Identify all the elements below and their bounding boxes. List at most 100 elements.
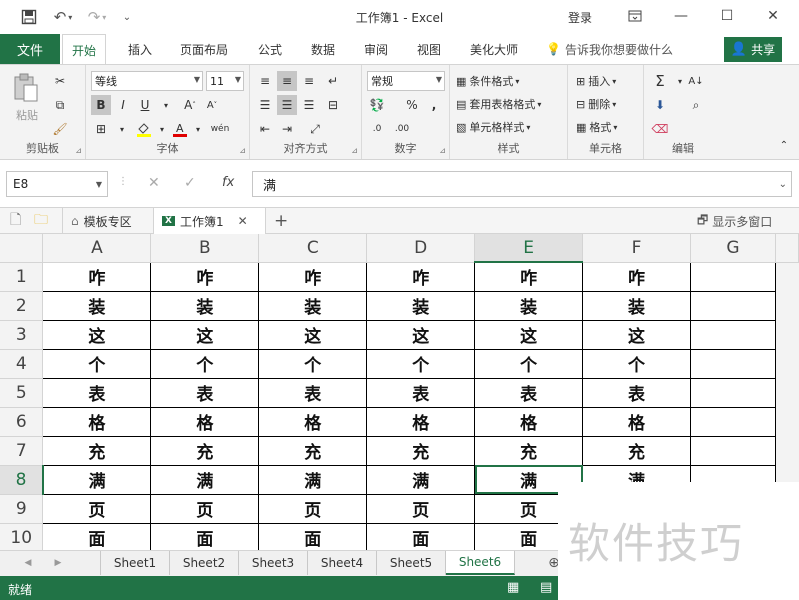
- row-header-1[interactable]: 1: [0, 262, 44, 292]
- cell-c10[interactable]: 面: [258, 522, 368, 550]
- show-multi-window-button[interactable]: 🗗 显示多窗口: [697, 208, 772, 234]
- bold-button[interactable]: B: [91, 95, 111, 115]
- folder-icon[interactable]: 🗀: [34, 208, 48, 234]
- currency-icon[interactable]: 💱: [367, 95, 387, 115]
- orientation-icon[interactable]: ⤢: [305, 119, 325, 139]
- cell-c3[interactable]: 这: [258, 319, 368, 350]
- collapse-ribbon-icon[interactable]: ⌃: [774, 135, 794, 155]
- minimize-icon[interactable]: —: [666, 5, 696, 27]
- cell-c6[interactable]: 格: [258, 406, 368, 437]
- vertical-scrollbar-track[interactable]: [774, 407, 799, 436]
- tab-data[interactable]: 数据: [311, 34, 335, 64]
- cell-d8[interactable]: 满: [366, 464, 476, 495]
- cell-g6[interactable]: [690, 407, 776, 437]
- cell-b10[interactable]: 面: [150, 522, 260, 550]
- cell-b6[interactable]: 格: [150, 406, 260, 437]
- cell-b4[interactable]: 个: [150, 348, 260, 379]
- cell-f1[interactable]: 咋: [582, 261, 691, 292]
- cell-g4[interactable]: [690, 349, 776, 379]
- paste-icon[interactable]: [10, 71, 42, 105]
- new-tab-icon[interactable]: +: [274, 208, 288, 234]
- copy-icon[interactable]: ⧉: [50, 95, 70, 115]
- cell-b1[interactable]: 咋: [150, 261, 260, 292]
- comma-icon[interactable]: ,: [424, 95, 444, 115]
- tab-page-layout[interactable]: 页面布局: [180, 34, 228, 64]
- font-color-dropdown-icon[interactable]: ▾: [188, 119, 208, 139]
- cell-g1[interactable]: [690, 262, 776, 292]
- new-doc-icon[interactable]: 🗋: [10, 208, 21, 234]
- decrease-font-icon[interactable]: A ˅: [202, 95, 222, 115]
- tab-file[interactable]: 文件: [0, 34, 60, 64]
- tab-formulas[interactable]: 公式: [258, 34, 282, 64]
- maximize-icon[interactable]: ☐: [712, 5, 742, 27]
- cell-d9[interactable]: 页: [366, 493, 476, 524]
- row-header-9[interactable]: 9: [0, 494, 44, 524]
- clear-icon[interactable]: ⌫: [650, 119, 670, 139]
- underline-button[interactable]: U: [135, 95, 155, 115]
- format-painter-icon[interactable]: 🖌: [50, 119, 70, 139]
- vertical-scrollbar-track[interactable]: [774, 378, 799, 407]
- column-header-d[interactable]: D: [366, 234, 476, 263]
- cell-d4[interactable]: 个: [366, 348, 476, 379]
- align-left-icon[interactable]: ☰: [255, 95, 275, 115]
- italic-button[interactable]: I: [113, 95, 133, 115]
- cell-e5[interactable]: 表: [474, 377, 584, 408]
- insert-cells-button[interactable]: ⊞ 插入 ▾: [576, 73, 616, 89]
- cell-d2[interactable]: 装: [366, 290, 476, 321]
- sheet-tab-6[interactable]: Sheet6: [446, 551, 515, 575]
- cell-c7[interactable]: 充: [258, 435, 368, 466]
- row-header-3[interactable]: 3: [0, 320, 44, 350]
- cell-c1[interactable]: 咋: [258, 261, 368, 292]
- border-icon[interactable]: ⊞: [91, 119, 111, 139]
- row-header-10[interactable]: 10: [0, 523, 44, 550]
- cell-a7[interactable]: 充: [42, 435, 152, 466]
- font-name-combo[interactable]: 等线 ▼: [91, 71, 203, 91]
- cell-b9[interactable]: 页: [150, 493, 260, 524]
- number-format-combo[interactable]: 常规 ▼: [367, 71, 445, 91]
- formula-input[interactable]: 满 ⌄: [252, 171, 792, 197]
- cell-g5[interactable]: [690, 378, 776, 408]
- cell-f7[interactable]: 充: [582, 435, 691, 466]
- cell-b5[interactable]: 表: [150, 377, 260, 408]
- cell-f2[interactable]: 装: [582, 290, 691, 321]
- ribbon-display-icon[interactable]: [620, 5, 650, 27]
- increase-font-icon[interactable]: A ˄: [180, 95, 200, 115]
- cell-a8[interactable]: 满: [42, 464, 152, 495]
- font-size-combo[interactable]: 11 ▼: [206, 71, 244, 91]
- cell-d10[interactable]: 面: [366, 522, 476, 550]
- cell-e7[interactable]: 充: [474, 435, 584, 466]
- cell-f6[interactable]: 格: [582, 406, 691, 437]
- delete-cells-button[interactable]: ⊟ 删除 ▾: [576, 96, 616, 112]
- sheet-tab-4[interactable]: Sheet4: [308, 551, 377, 575]
- increase-indent-icon[interactable]: ⇥: [277, 119, 297, 139]
- tab-view[interactable]: 视图: [417, 34, 441, 64]
- sort-filter-icon[interactable]: A↓: [686, 71, 706, 91]
- align-middle-icon[interactable]: ≡: [277, 71, 297, 91]
- align-top-icon[interactable]: ≡: [255, 71, 275, 91]
- cell-f3[interactable]: 这: [582, 319, 691, 350]
- increase-decimal-icon[interactable]: .0: [367, 119, 387, 139]
- tab-home[interactable]: 开始: [62, 34, 107, 65]
- decrease-decimal-icon[interactable]: .00: [392, 119, 412, 139]
- cell-e4[interactable]: 个: [474, 348, 584, 379]
- format-cells-button[interactable]: ▦ 格式 ▾: [576, 119, 617, 135]
- scroll-right-icon[interactable]: ▶: [48, 551, 68, 575]
- cancel-entry-icon[interactable]: ✕: [148, 175, 160, 191]
- underline-dropdown-icon[interactable]: ▾: [156, 95, 176, 115]
- sheet-tab-2[interactable]: Sheet2: [170, 551, 239, 575]
- cell-f5[interactable]: 表: [582, 377, 691, 408]
- cell-a1[interactable]: 咋: [42, 261, 152, 292]
- confirm-entry-icon[interactable]: ✓: [184, 175, 196, 191]
- row-header-2[interactable]: 2: [0, 291, 44, 321]
- cell-a9[interactable]: 页: [42, 493, 152, 524]
- border-dropdown-icon[interactable]: ▾: [112, 119, 132, 139]
- column-header-e[interactable]: E: [474, 234, 584, 263]
- cell-d3[interactable]: 这: [366, 319, 476, 350]
- column-header-c[interactable]: C: [258, 234, 368, 263]
- name-box[interactable]: E8 ▼: [6, 171, 108, 197]
- cell-c8[interactable]: 满: [258, 464, 368, 495]
- autosum-icon[interactable]: Σ: [650, 71, 670, 91]
- cell-b8[interactable]: 满: [150, 464, 260, 495]
- clipboard-launcher-icon[interactable]: ⊿: [75, 146, 82, 155]
- row-header-7[interactable]: 7: [0, 436, 44, 466]
